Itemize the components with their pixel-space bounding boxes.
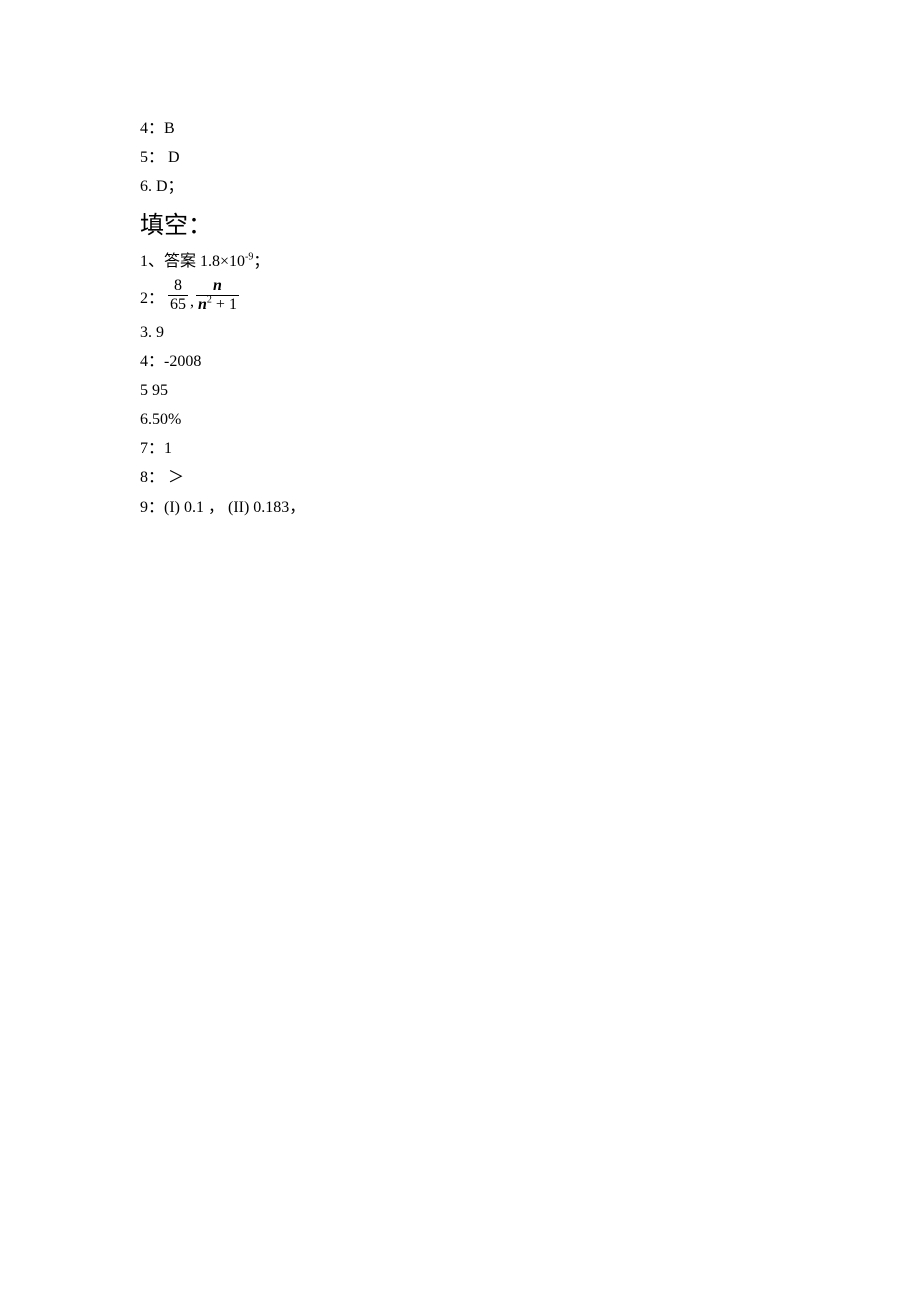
fraction-1-numerator: 8	[172, 277, 184, 295]
fill-answer-2-prefix: 2：	[140, 284, 164, 308]
fill-answer-6: 6.50%	[140, 406, 920, 433]
fill-answer-5: 5 95	[140, 377, 920, 404]
fraction-2-numerator: n	[211, 277, 224, 295]
fill-answer-2-fraction-1: 8 65	[168, 277, 188, 315]
section-heading-fill-in-blank: 填空：	[140, 205, 920, 240]
mc-answer-6: 6. D；	[140, 173, 920, 200]
fraction-2-denominator-var: n	[198, 296, 207, 313]
fill-answer-2-fraction-2: n n2 + 1	[196, 277, 239, 315]
fraction-2-denominator-rest: + 1	[212, 296, 237, 313]
fill-answer-1: 1、答案 1.8×10-9；	[140, 248, 920, 275]
fill-answer-7: 7：1	[140, 435, 920, 462]
fill-answer-3: 3. 9	[140, 319, 920, 346]
fill-answer-4: 4：-2008	[140, 348, 920, 375]
fill-answer-1-text: 1、答案 1.8×10	[140, 253, 245, 270]
fill-answer-2-separator: ,	[190, 293, 194, 315]
fraction-2-denominator: n2 + 1	[196, 295, 239, 314]
fill-answer-1-suffix: ；	[253, 253, 269, 270]
mc-answer-5: 5： D	[140, 144, 920, 171]
fill-answer-2: 2： 8 65 , n n2 + 1	[140, 277, 920, 315]
fraction-1-denominator: 65	[168, 295, 188, 314]
fill-answer-8: 8： ＞	[140, 464, 920, 491]
mc-answer-4: 4：B	[140, 115, 920, 142]
fill-answer-9: 9：(I) 0.1 ， (II) 0.183，	[140, 494, 920, 521]
